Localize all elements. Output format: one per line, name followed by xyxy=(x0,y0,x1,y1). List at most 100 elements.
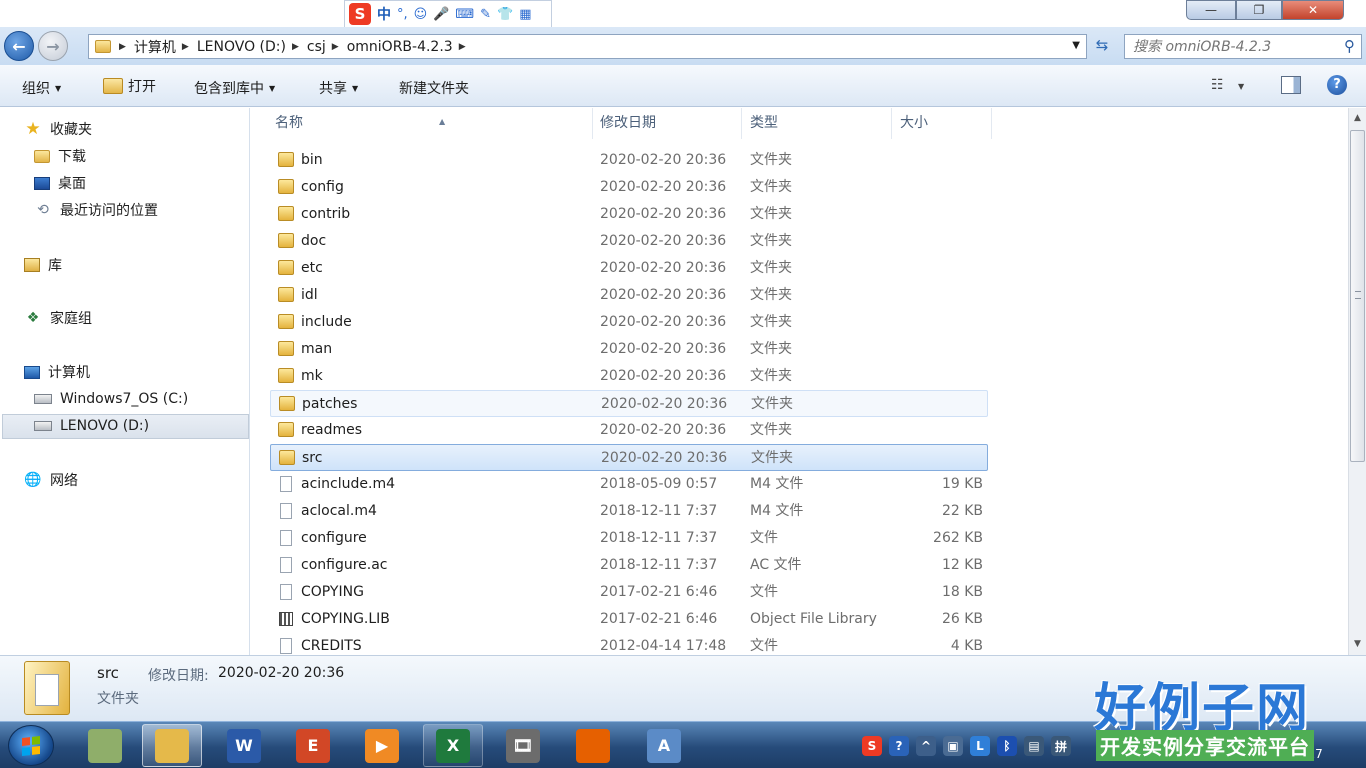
vertical-scrollbar[interactable]: ▲ ▼ xyxy=(1348,108,1366,655)
voice-icon[interactable]: 🎤 xyxy=(433,7,449,22)
scroll-down-arrow-icon[interactable]: ▼ xyxy=(1349,636,1366,653)
ime-toolbar[interactable]: S 中 °, ☺ 🎤 ⌨ ✎ 👕 ▦ xyxy=(344,0,552,28)
file-row[interactable]: mk 2020-02-20 20:36 文件夹 xyxy=(270,363,988,390)
preview-pane-button[interactable] xyxy=(1281,76,1301,94)
file-type: 文件夹 xyxy=(751,396,793,412)
file-row[interactable]: include 2020-02-20 20:36 文件夹 xyxy=(270,309,988,336)
file-row[interactable]: readmes 2020-02-20 20:36 文件夹 xyxy=(270,417,988,444)
taskbar-app-powerpoint-viewer[interactable]: E xyxy=(283,724,343,767)
search-icon[interactable]: ⚲ xyxy=(1344,37,1355,55)
taskbar-app-notes[interactable] xyxy=(75,724,135,767)
file-row[interactable]: src 2020-02-20 20:36 文件夹 xyxy=(270,444,988,471)
start-button[interactable] xyxy=(8,725,54,766)
forward-button[interactable]: → xyxy=(38,31,68,61)
taskbar-app-explorer[interactable] xyxy=(142,724,202,767)
navigation-pane: ★ 收藏夹 下载 桌面 ⟲ 最近访问的位置 库 ❖ 家庭组 计算机 Windows7_… xyxy=(0,108,250,655)
emoji-icon[interactable]: ☺ xyxy=(414,7,428,22)
nav-favorites[interactable]: ★ 收藏夹 xyxy=(24,117,92,141)
chevron-right-icon[interactable]: ▶ xyxy=(459,42,466,52)
column-header-name[interactable]: 名称 ▲ xyxy=(267,108,593,139)
back-button[interactable]: ← xyxy=(4,31,34,61)
file-modified: 2020-02-20 20:36 xyxy=(601,396,728,412)
address-bar[interactable]: ▶ 计算机 ▶ LENOVO (D:) ▶ csj ▶ omniORB-4.2.… xyxy=(88,34,1087,59)
address-dropdown-icon[interactable]: ▼ xyxy=(1072,40,1080,51)
nav-desktop[interactable]: 桌面 xyxy=(34,171,86,195)
file-row[interactable]: contrib 2020-02-20 20:36 文件夹 xyxy=(270,201,988,228)
taskbar-app-word[interactable]: W xyxy=(214,724,274,767)
ime-mode-toggle[interactable]: 中 xyxy=(377,4,391,24)
close-button[interactable]: ✕ xyxy=(1282,0,1344,20)
nav-recent-places[interactable]: ⟲ 最近访问的位置 xyxy=(34,198,158,222)
file-modified: 2020-02-20 20:36 xyxy=(600,287,727,303)
breadcrumb-csj[interactable]: csj xyxy=(307,39,326,55)
device-tray-icon[interactable]: ▣ xyxy=(943,736,963,756)
nav-libraries[interactable]: 库 xyxy=(24,253,62,277)
network-tray-icon[interactable]: ▤ xyxy=(1024,736,1044,756)
search-box[interactable]: ⚲ xyxy=(1124,34,1362,59)
open-button[interactable]: 打开 xyxy=(103,76,156,96)
nav-drive-c[interactable]: Windows7_OS (C:) xyxy=(34,387,188,411)
chevron-right-icon[interactable]: ▶ xyxy=(332,42,339,52)
taskbar-app-excel[interactable]: X xyxy=(423,724,483,767)
search-input[interactable] xyxy=(1133,38,1328,55)
refresh-button[interactable]: ⇆ xyxy=(1090,36,1114,58)
ime-tray-icon[interactable]: 拼 xyxy=(1051,736,1071,756)
minimize-button[interactable]: — xyxy=(1186,0,1236,20)
skin-icon[interactable]: 👕 xyxy=(497,7,513,22)
scrollbar-thumb[interactable] xyxy=(1350,130,1365,462)
taskbar-app-firefox[interactable] xyxy=(563,724,623,767)
share-button[interactable]: 共享 ▼ xyxy=(319,78,358,98)
file-row[interactable]: config 2020-02-20 20:36 文件夹 xyxy=(270,174,988,201)
sogou-logo-icon[interactable]: S xyxy=(349,3,371,25)
file-row[interactable]: acinclude.m4 2018-05-09 0:57 M4 文件 19 KB xyxy=(270,471,988,498)
l-tray-icon[interactable]: L xyxy=(970,736,990,756)
help-tray-icon[interactable]: ? xyxy=(889,736,909,756)
bluetooth-tray-icon[interactable]: ᛒ xyxy=(997,736,1017,756)
nav-downloads[interactable]: 下载 xyxy=(34,144,86,168)
help-button[interactable]: ? xyxy=(1327,75,1347,95)
include-in-library-button[interactable]: 包含到库中 ▼ xyxy=(194,78,275,98)
file-row[interactable]: CREDITS 2012-04-14 17:48 文件 4 KB xyxy=(270,633,988,655)
breadcrumb-drive[interactable]: LENOVO (D:) xyxy=(197,39,286,55)
grid-icon[interactable]: ▦ xyxy=(519,7,531,22)
taskbar-app-document[interactable]: A xyxy=(634,724,694,767)
chevron-right-icon[interactable]: ▶ xyxy=(119,42,126,52)
change-view-button[interactable]: ☷ ▼ xyxy=(1211,77,1244,93)
breadcrumb-omniorb[interactable]: omniORB-4.2.3 xyxy=(347,39,453,55)
punctuation-icon[interactable]: °, xyxy=(397,7,408,22)
file-row[interactable]: COPYING.LIB 2017-02-21 6:46 Object File Li… xyxy=(270,606,988,633)
file-size xyxy=(900,282,983,309)
file-row[interactable]: aclocal.m4 2018-12-11 7:37 M4 文件 22 KB xyxy=(270,498,988,525)
sogou-tray-icon[interactable]: S xyxy=(862,736,882,756)
column-header-modified[interactable]: 修改日期 xyxy=(592,108,742,139)
file-row[interactable]: COPYING 2017-02-21 6:46 文件 18 KB xyxy=(270,579,988,606)
nav-drive-d[interactable]: LENOVO (D:) xyxy=(34,414,149,438)
nav-network[interactable]: 🌐 网络 xyxy=(24,468,78,492)
taskbar-app-video[interactable]: 🎞 xyxy=(493,724,553,767)
breadcrumb-computer[interactable]: 计算机 xyxy=(134,37,176,57)
file-size: 262 KB xyxy=(933,530,983,546)
file-row[interactable]: doc 2020-02-20 20:36 文件夹 xyxy=(270,228,988,255)
file-modified: 2018-12-11 7:37 xyxy=(600,557,718,573)
file-row[interactable]: patches 2020-02-20 20:36 文件夹 xyxy=(270,390,988,417)
arrow-tray-icon[interactable]: ^ xyxy=(916,736,936,756)
file-row[interactable]: bin 2020-02-20 20:36 文件夹 xyxy=(270,147,988,174)
chevron-right-icon[interactable]: ▶ xyxy=(292,42,299,52)
chevron-right-icon[interactable]: ▶ xyxy=(182,42,189,52)
column-header-type[interactable]: 类型 xyxy=(742,108,892,139)
column-header-size[interactable]: 大小 xyxy=(892,108,992,139)
file-row[interactable]: etc 2020-02-20 20:36 文件夹 xyxy=(270,255,988,282)
file-row[interactable]: idl 2020-02-20 20:36 文件夹 xyxy=(270,282,988,309)
file-row[interactable]: configure 2018-12-11 7:37 文件 262 KB xyxy=(270,525,988,552)
organize-button[interactable]: 组织 ▼ xyxy=(22,78,61,98)
nav-homegroup[interactable]: ❖ 家庭组 xyxy=(24,306,92,330)
new-folder-button[interactable]: 新建文件夹 xyxy=(399,78,469,98)
taskbar-app-media-player[interactable]: ▶ xyxy=(352,724,412,767)
keyboard-icon[interactable]: ⌨ xyxy=(455,7,474,22)
nav-computer[interactable]: 计算机 xyxy=(24,360,90,384)
maximize-button[interactable]: ❐ xyxy=(1236,0,1282,20)
file-row[interactable]: configure.ac 2018-12-11 7:37 AC 文件 12 KB xyxy=(270,552,988,579)
tools-icon[interactable]: ✎ xyxy=(480,7,491,22)
scroll-up-arrow-icon[interactable]: ▲ xyxy=(1349,110,1366,127)
file-row[interactable]: man 2020-02-20 20:36 文件夹 xyxy=(270,336,988,363)
